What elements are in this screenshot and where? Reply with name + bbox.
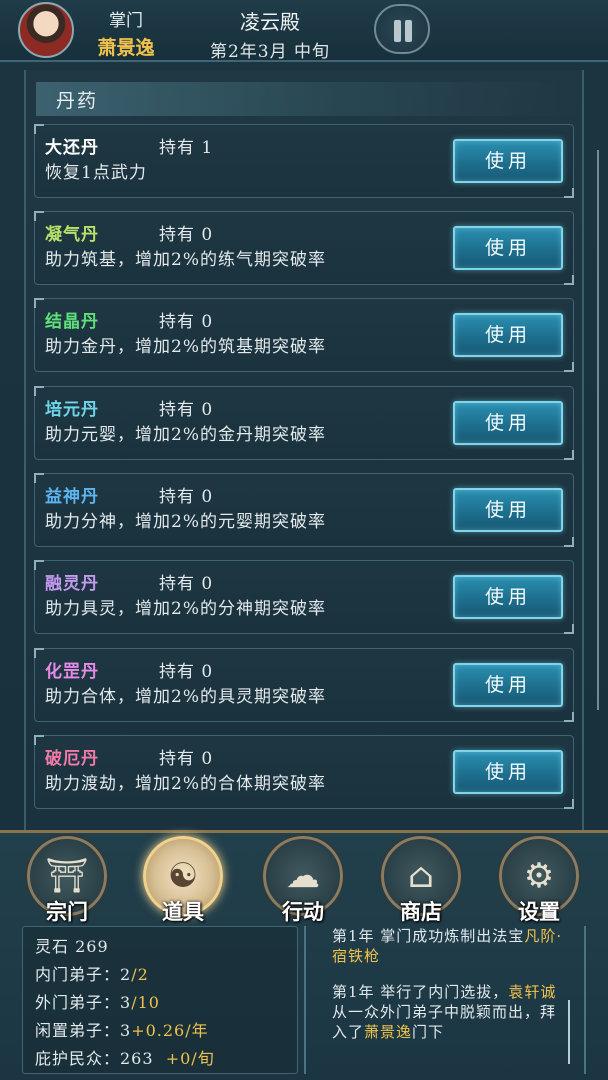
sect-name: 凌云殿 <box>240 10 300 34</box>
pause-icon <box>394 20 401 42</box>
pill-name: 大还丹 <box>45 138 99 158</box>
panel-title: 丹药 <box>56 90 99 112</box>
nav-label: 商店 <box>400 899 442 924</box>
protected-people: 庇护民众：263 +0/旬 <box>35 1049 215 1068</box>
use-button[interactable]: 使用 <box>453 488 563 532</box>
spirit-stone-count: 灵石 269 <box>35 937 109 956</box>
nav-label: 道具 <box>162 899 204 924</box>
nav-settings-button[interactable]: ⚙ 设置 <box>494 836 584 926</box>
pill-description: 助力合体，增加2%的具灵期突破率 <box>45 687 326 707</box>
pill-held-count: 持有 0 <box>159 574 214 594</box>
pill-item: 融灵丹 持有 0 助力具灵，增加2%的分神期突破率 使用 <box>34 560 574 634</box>
pill-description: 助力渡劫，增加2%的合体期突破率 <box>45 774 326 794</box>
use-button[interactable]: 使用 <box>453 139 563 183</box>
sect-info: 凌云殿 第2年3月 中旬 <box>190 6 350 62</box>
pill-item: 培元丹 持有 0 助力元婴，增加2%的金丹期突破率 使用 <box>34 386 574 460</box>
use-button[interactable]: 使用 <box>453 313 563 357</box>
pill-name: 凝气丹 <box>45 225 99 245</box>
use-button[interactable]: 使用 <box>453 575 563 619</box>
pill-held-count: 持有 0 <box>159 487 214 507</box>
event-log[interactable]: 第1年 掌门成功炼制出法宝凡阶·宿铁枪 第1年 举行了内门选拔，袁轩诚从一众外门… <box>304 926 586 1074</box>
pill-item: 大还丹 持有 1 恢复1点武力 使用 <box>34 124 574 198</box>
log-entry: 第1年 掌门成功炼制出法宝凡阶·宿铁枪 <box>332 927 563 965</box>
pill-held-count: 持有 0 <box>159 225 214 245</box>
pill-description: 助力筑基，增加2%的练气期突破率 <box>45 250 326 270</box>
pill-description: 恢复1点武力 <box>45 163 147 183</box>
pill-description: 助力具灵，增加2%的分神期突破率 <box>45 599 326 619</box>
game-date: 第2年3月 中旬 <box>209 42 331 62</box>
pill-item: 化罡丹 持有 0 助力合体，增加2%的具灵期突破率 使用 <box>34 648 574 722</box>
pill-name: 化罡丹 <box>45 662 99 682</box>
pill-held-count: 持有 0 <box>159 312 214 332</box>
pill-name: 融灵丹 <box>45 574 99 594</box>
nav-label: 宗门 <box>46 899 88 924</box>
inner-disciples: 内门弟子：2/2 <box>35 965 149 984</box>
use-button[interactable]: 使用 <box>453 401 563 445</box>
pill-name: 益神丹 <box>45 487 99 507</box>
pill-name: 破厄丹 <box>45 749 99 769</box>
nav-sect-button[interactable]: ⛩ 宗门 <box>22 836 112 926</box>
panel-header: 丹药 <box>36 82 576 116</box>
log-entry: 第1年 举行了内门选拔，袁轩诚从一众外门弟子中脱颖而出，拜入了萧景逸门下 <box>332 983 557 1041</box>
leader-role: 掌门 <box>109 11 143 31</box>
use-button[interactable]: 使用 <box>453 226 563 270</box>
pill-item: 凝气丹 持有 0 助力筑基，增加2%的练气期突破率 使用 <box>34 211 574 285</box>
pill-description: 助力元婴，增加2%的金丹期突破率 <box>45 425 326 445</box>
nav-action-button[interactable]: ☁ 行动 <box>258 836 348 926</box>
pill-description: 助力分神，增加2%的元婴期突破率 <box>45 512 326 532</box>
panel-scrollbar[interactable] <box>597 150 599 710</box>
pill-held-count: 持有 0 <box>159 662 214 682</box>
pause-button[interactable] <box>374 4 430 54</box>
pill-name: 培元丹 <box>45 400 99 420</box>
top-bar: 掌门 萧景逸 凌云殿 第2年3月 中旬 <box>0 0 608 62</box>
outer-disciples: 外门弟子：3/10 <box>35 993 160 1012</box>
pill-item: 益神丹 持有 0 助力分神，增加2%的元婴期突破率 使用 <box>34 473 574 547</box>
nav-label: 行动 <box>282 899 324 924</box>
log-scrollbar[interactable] <box>568 1000 570 1064</box>
leader-name: 萧景逸 <box>97 37 155 59</box>
use-button[interactable]: 使用 <box>453 750 563 794</box>
sect-stats: 灵石 269 内门弟子：2/2 外门弟子：3/10 闲置弟子：3+0.26/年 … <box>22 926 298 1074</box>
pill-item: 结晶丹 持有 0 助力金丹，增加2%的筑基期突破率 使用 <box>34 298 574 372</box>
idle-disciples: 闲置弟子：3+0.26/年 <box>35 1021 209 1040</box>
pill-description: 助力金丹，增加2%的筑基期突破率 <box>45 337 326 357</box>
pill-held-count: 持有 0 <box>159 749 214 769</box>
use-button[interactable]: 使用 <box>453 663 563 707</box>
avatar[interactable] <box>18 2 74 58</box>
nav-label: 设置 <box>518 899 560 924</box>
nav-shop-button[interactable]: ⌂ 商店 <box>376 836 466 926</box>
pill-name: 结晶丹 <box>45 312 99 332</box>
pill-held-count: 持有 1 <box>159 138 214 158</box>
leader-info: 掌门 萧景逸 <box>86 6 166 60</box>
pill-item: 破厄丹 持有 0 助力渡劫，增加2%的合体期突破率 使用 <box>34 735 574 809</box>
nav-items-button[interactable]: ☯ 道具 <box>138 836 228 926</box>
pill-held-count: 持有 0 <box>159 400 214 420</box>
